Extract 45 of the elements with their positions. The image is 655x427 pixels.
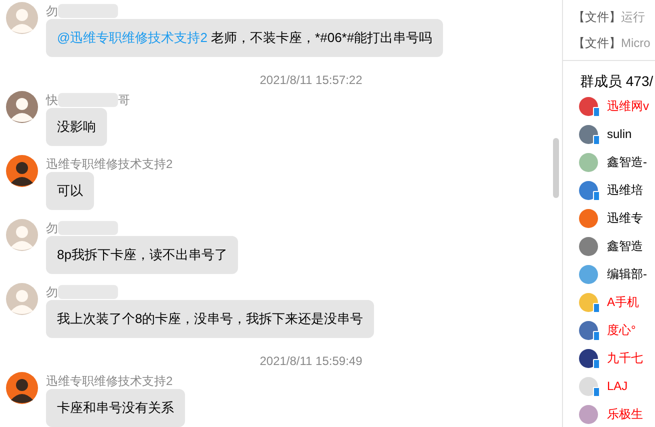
member-name[interactable]: 编辑部- <box>607 265 647 283</box>
member-name[interactable]: 迅维网v <box>607 97 649 115</box>
member-name[interactable]: 乐极生 <box>607 405 643 423</box>
avatar-icon <box>579 404 598 424</box>
avatar-icon[interactable] <box>6 372 38 404</box>
member-name[interactable]: 度心° <box>607 321 636 339</box>
sender-name: 迅维专职维修技术支持2 <box>46 372 173 390</box>
member-name[interactable]: sulin <box>607 125 632 143</box>
avatar-icon <box>579 264 598 284</box>
file-entry[interactable]: 【文件】Micro <box>573 35 655 52</box>
avatar-icon <box>579 208 598 228</box>
message-bubble: 我上次装了个8的卡座，没串号，我拆下来还是没串号 <box>46 300 374 338</box>
file-entry[interactable]: 【文件】运行 <box>573 9 655 26</box>
member-name[interactable]: A手机 <box>607 293 640 311</box>
avatar-icon <box>579 348 598 368</box>
message-bubble: 卡座和串号没有关系 <box>46 389 185 427</box>
avatar-icon[interactable] <box>6 155 38 187</box>
avatar-icon <box>579 124 598 144</box>
avatar-icon <box>579 236 598 256</box>
member-name[interactable]: 迅维培 <box>607 181 643 199</box>
sender-name: 哥 <box>118 92 130 108</box>
member-name[interactable]: LAJ <box>607 377 628 395</box>
sender-name: 快 <box>46 92 58 108</box>
sender-name: 勿 <box>46 220 58 236</box>
avatar-icon <box>579 180 598 200</box>
avatar-icon <box>579 320 598 340</box>
scrollbar[interactable] <box>553 138 559 198</box>
member-name[interactable]: 九千七 <box>607 349 643 367</box>
member-name[interactable]: 迅维专 <box>607 209 643 227</box>
message-bubble: @迅维专职维修技术支持2 老师，不装卡座，*#06*#能打出串号吗 <box>46 19 444 57</box>
member-name[interactable]: 鑫智造 <box>607 237 643 255</box>
sender-name: 勿 <box>46 284 58 300</box>
timestamp: 2021/8/11 15:59:49 <box>260 353 362 369</box>
avatar-icon <box>579 376 598 396</box>
avatar-icon <box>579 292 598 312</box>
avatar-icon <box>579 152 598 172</box>
message-bubble: 可以 <box>46 172 94 210</box>
member-name[interactable]: 鑫智造- <box>607 153 647 171</box>
timestamp: 2021/8/11 15:57:22 <box>260 72 362 88</box>
sender-name: 勿 <box>46 2 58 20</box>
message-bubble: 没影响 <box>46 108 107 146</box>
sender-name: 迅维专职维修技术支持2 <box>46 156 173 172</box>
message-bubble: 8p我拆下卡座，读不出串号了 <box>46 236 238 274</box>
avatar-icon <box>579 96 598 116</box>
member-count: 群成员 473/ <box>580 73 654 89</box>
